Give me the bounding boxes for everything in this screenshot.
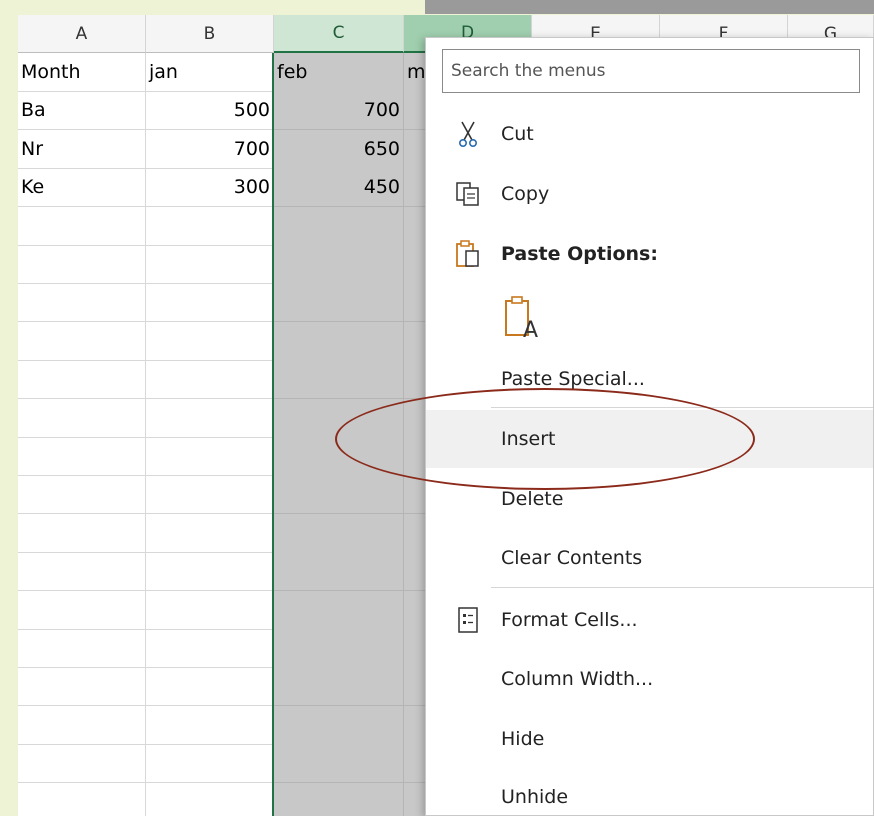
column-header-a[interactable]: A <box>18 15 146 53</box>
window-edge <box>425 0 874 14</box>
table-cell[interactable] <box>18 245 146 284</box>
table-cell[interactable]: feb <box>274 53 404 92</box>
table-cell[interactable] <box>146 782 274 816</box>
menu-item-unhide[interactable]: Unhide <box>426 768 873 815</box>
paste-text-icon: A <box>501 293 541 343</box>
unhide-label: Unhide <box>501 786 569 808</box>
table-cell[interactable] <box>18 667 146 707</box>
cut-label: Cut <box>501 123 534 145</box>
menu-item-paste-special[interactable]: Paste Special... <box>426 350 873 408</box>
delete-label: Delete <box>501 488 564 510</box>
table-cell[interactable] <box>146 245 274 284</box>
table-cell[interactable] <box>18 283 146 323</box>
menu-item-hide[interactable]: Hide <box>426 710 873 768</box>
table-cell[interactable] <box>18 552 146 592</box>
table-cell[interactable] <box>274 705 404 745</box>
table-cell[interactable]: Nr <box>18 129 146 169</box>
table-cell[interactable] <box>274 629 404 668</box>
table-cell[interactable] <box>18 513 146 553</box>
table-cell[interactable] <box>146 744 274 784</box>
table-cell[interactable] <box>18 321 146 361</box>
table-cell[interactable] <box>274 321 404 361</box>
table-cell[interactable] <box>18 705 146 745</box>
table-cell[interactable]: 700 <box>274 91 404 131</box>
table-cell[interactable]: 500 <box>146 91 274 131</box>
table-cell[interactable] <box>146 552 274 592</box>
copy-icon <box>452 178 484 210</box>
table-cell[interactable] <box>146 398 274 438</box>
table-cell[interactable] <box>18 206 146 246</box>
table-cell[interactable] <box>274 552 404 592</box>
table-cell[interactable]: 650 <box>274 129 404 169</box>
table-cell[interactable]: Ke <box>18 168 146 208</box>
menu-item-delete[interactable]: Delete <box>426 470 873 528</box>
column-header-c[interactable]: C <box>274 15 404 53</box>
column-header-b[interactable]: B <box>146 15 274 53</box>
table-cell[interactable] <box>146 705 274 745</box>
format-cells-label: Format Cells... <box>501 609 638 631</box>
hide-label: Hide <box>501 728 545 750</box>
table-cell[interactable] <box>274 513 404 553</box>
table-cell[interactable] <box>18 437 146 476</box>
svg-text:A: A <box>523 318 538 343</box>
table-cell[interactable]: 300 <box>146 168 274 208</box>
menu-item-column-width[interactable]: Column Width... <box>426 650 873 708</box>
menu-item-insert[interactable]: Insert <box>426 410 873 468</box>
table-cell[interactable] <box>18 360 146 400</box>
paste-options-label: Paste Options: <box>501 243 658 265</box>
table-cell[interactable] <box>274 782 404 816</box>
table-cell[interactable] <box>146 283 274 323</box>
menu-separator <box>491 407 873 408</box>
table-cell[interactable] <box>146 437 274 476</box>
table-cell[interactable] <box>274 475 404 515</box>
paste-option-keep-text[interactable]: A <box>426 285 873 351</box>
table-cell[interactable]: 700 <box>146 129 274 169</box>
table-cell[interactable] <box>18 629 146 668</box>
menu-item-paste-options: Paste Options: <box>426 225 873 283</box>
table-cell[interactable] <box>274 206 404 246</box>
menu-search-input[interactable] <box>442 49 860 93</box>
table-cell[interactable] <box>18 590 146 630</box>
table-cell[interactable] <box>274 283 404 323</box>
table-cell[interactable] <box>146 206 274 246</box>
table-cell[interactable] <box>274 245 404 284</box>
menu-item-clear-contents[interactable]: Clear Contents <box>426 529 873 587</box>
table-cell[interactable] <box>274 360 404 400</box>
table-cell[interactable] <box>146 321 274 361</box>
copy-label: Copy <box>501 183 550 205</box>
insert-label: Insert <box>501 428 556 450</box>
clipboard-icon <box>452 238 484 270</box>
table-cell[interactable]: Month <box>18 53 146 92</box>
format-cells-icon <box>452 604 484 636</box>
table-cell[interactable] <box>274 437 404 476</box>
table-cell[interactable] <box>274 398 404 438</box>
table-cell[interactable] <box>146 513 274 553</box>
scissors-icon <box>452 118 484 150</box>
table-cell[interactable] <box>146 475 274 515</box>
table-cell[interactable]: jan <box>146 53 274 92</box>
table-cell[interactable]: Ba <box>18 91 146 131</box>
menu-item-cut[interactable]: Cut <box>426 105 873 163</box>
menu-item-format-cells[interactable]: Format Cells... <box>426 591 873 649</box>
context-menu: Cut Copy Paste Options: A Paste Special.… <box>425 37 874 816</box>
table-cell[interactable] <box>146 590 274 630</box>
table-cell[interactable]: 450 <box>274 168 404 208</box>
table-cell[interactable] <box>146 667 274 707</box>
table-cell[interactable] <box>18 744 146 784</box>
table-cell[interactable] <box>18 398 146 438</box>
menu-separator <box>491 587 873 588</box>
clear-contents-label: Clear Contents <box>501 547 643 569</box>
table-cell[interactable] <box>146 629 274 668</box>
table-cell[interactable] <box>274 590 404 630</box>
table-cell[interactable] <box>274 744 404 784</box>
table-cell[interactable] <box>18 475 146 515</box>
table-cell[interactable] <box>146 360 274 400</box>
column-width-label: Column Width... <box>501 668 654 690</box>
table-cell[interactable] <box>18 782 146 816</box>
menu-item-copy[interactable]: Copy <box>426 165 873 223</box>
paste-special-label: Paste Special... <box>501 368 645 390</box>
table-cell[interactable] <box>274 667 404 707</box>
